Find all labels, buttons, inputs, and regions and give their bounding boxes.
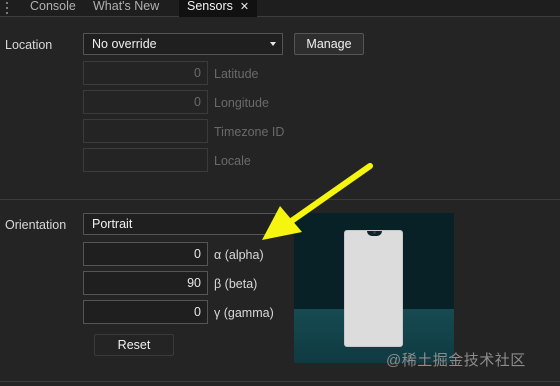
- reset-button[interactable]: Reset: [94, 334, 174, 356]
- longitude-input[interactable]: 0: [83, 90, 208, 114]
- longitude-label: Longitude: [214, 96, 269, 110]
- locale-label: Locale: [214, 154, 251, 168]
- annotation-arrow-icon: [262, 163, 373, 240]
- orientation-label: Orientation: [5, 218, 67, 232]
- close-icon[interactable]: ✕: [240, 1, 249, 13]
- timezone-id-input[interactable]: [83, 119, 208, 143]
- more-tabs-icon[interactable]: [6, 2, 9, 14]
- phone-model-icon[interactable]: [344, 230, 403, 347]
- gamma-input[interactable]: 0: [83, 300, 208, 324]
- latitude-label: Latitude: [214, 67, 259, 81]
- location-select-value: No override: [92, 37, 157, 51]
- orientation-select-value: Portrait: [92, 217, 133, 231]
- chevron-down-icon: [270, 42, 276, 46]
- bottom-divider: [0, 381, 560, 382]
- watermark: @稀土掘金技术社区: [386, 352, 526, 369]
- beta-label: β (beta): [214, 277, 258, 291]
- latitude-input[interactable]: 0: [83, 61, 208, 85]
- location-label: Location: [5, 38, 53, 52]
- tab-whats-new[interactable]: What's New: [93, 0, 159, 17]
- drawer-tab-bar: Console What's New Sensors ✕: [0, 0, 560, 17]
- beta-input[interactable]: 90: [83, 271, 208, 295]
- gamma-label: γ (gamma): [214, 306, 274, 320]
- tab-sensors-label: Sensors: [187, 0, 233, 13]
- tab-sensors[interactable]: Sensors ✕: [179, 0, 258, 17]
- manage-button[interactable]: Manage: [294, 33, 364, 55]
- timezone-id-label: Timezone ID: [214, 125, 285, 139]
- sensors-panel: Console What's New Sensors ✕ Location No …: [0, 0, 560, 386]
- location-select[interactable]: No override: [83, 33, 283, 55]
- alpha-input[interactable]: 0: [83, 242, 208, 266]
- locale-input[interactable]: [83, 148, 208, 172]
- tab-console[interactable]: Console: [30, 0, 76, 17]
- orientation-select[interactable]: Portrait: [83, 213, 283, 235]
- alpha-label: α (alpha): [214, 248, 264, 262]
